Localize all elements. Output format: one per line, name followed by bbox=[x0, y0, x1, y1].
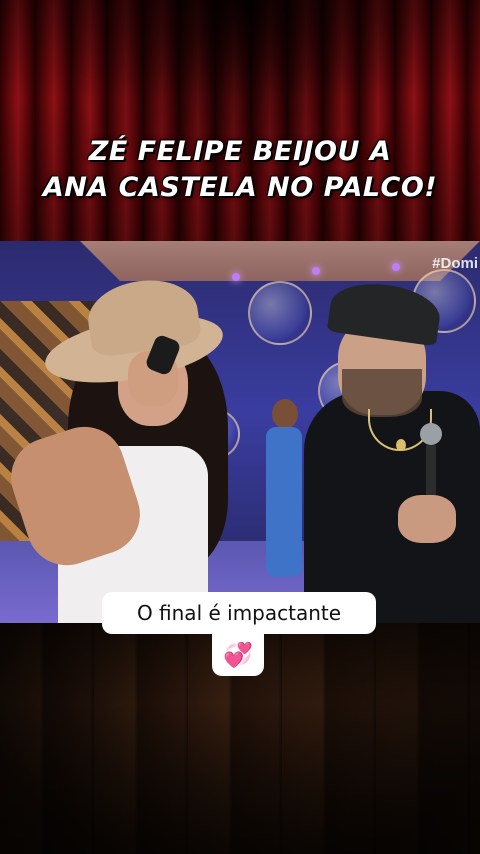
performer-right-hand bbox=[398, 495, 456, 543]
handheld-microphone-icon bbox=[420, 423, 442, 503]
caption-emoji-box: 💞 bbox=[212, 634, 264, 676]
stage-ceiling bbox=[80, 241, 480, 281]
headline-line-2: ANA CASTELA NO PALCO! bbox=[42, 172, 438, 203]
stage-light bbox=[232, 273, 240, 281]
caption-text: O final é impactante bbox=[136, 601, 342, 625]
headline-line-1: ZÉ FELIPE BEIJOU A bbox=[88, 136, 392, 167]
channel-tag: #Domi bbox=[432, 255, 478, 272]
headline: ZÉ FELIPE BEIJOU A ANA CASTELA NO PALCO! bbox=[0, 134, 480, 206]
stage-light bbox=[392, 263, 400, 271]
curtain-background bbox=[0, 0, 480, 245]
two-hearts-icon: 💞 bbox=[223, 641, 253, 669]
caption-bubble: O final é impactante bbox=[102, 592, 376, 634]
stage-light bbox=[312, 267, 320, 275]
necklace-pendant bbox=[396, 439, 406, 451]
background-dancer bbox=[262, 399, 306, 589]
video-frame[interactable]: #Domi bbox=[0, 241, 480, 623]
stage-bubble bbox=[248, 281, 312, 345]
